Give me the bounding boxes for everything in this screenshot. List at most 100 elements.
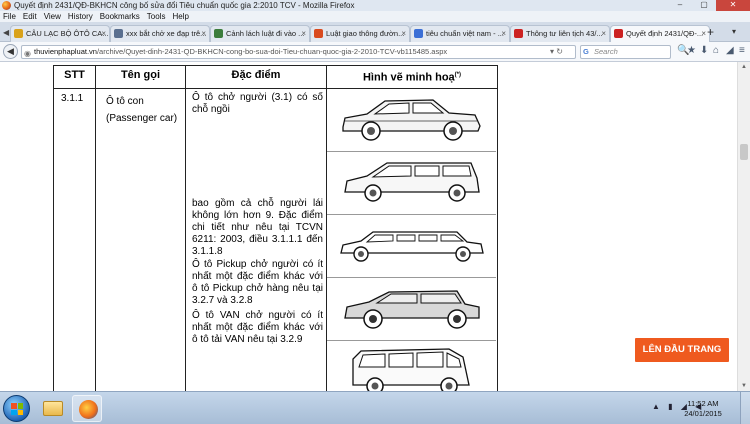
tab-luat-giao-thong[interactable]: Luật giao thông đườn... × — [310, 25, 410, 42]
tab-close-icon[interactable]: × — [701, 26, 706, 41]
windows-taskbar: ▲ ▮ ◢ ◀ 11:52 AM 24/01/2015 — [0, 391, 750, 424]
tab-favicon-icon — [214, 29, 223, 38]
tab-close-icon[interactable]: × — [301, 26, 306, 41]
close-window-button[interactable]: ✕ — [716, 0, 750, 11]
dac-diem-2: bao gồm cả chỗ người lái không lớn hơn 9… — [192, 197, 323, 257]
table-row: 3.1.1 Ô tô con (Passenger car) Ô tô chở … — [53, 87, 498, 391]
tab-canh-lach-luat[interactable]: Cảnh lách luật đi vào ... × — [210, 25, 310, 42]
taskbar-firefox[interactable] — [72, 395, 102, 422]
dac-diem-4: Ô tô VAN chở người có ít nhất một đặc đi… — [192, 309, 323, 345]
url-bar[interactable]: ◉ thuvienphapluat.vn/archive/Quyet-dinh-… — [21, 45, 576, 59]
tab-close-icon[interactable]: × — [201, 26, 206, 41]
menu-view[interactable]: View — [44, 11, 61, 22]
url-domain: thuvienphapluat.vn — [34, 47, 97, 56]
clock-date: 24/01/2015 — [684, 409, 722, 418]
tab-close-icon[interactable]: × — [501, 26, 506, 41]
tab-cau-lac-bo[interactable]: CÂU LẠC BỘ ÔTÔ CA... × — [10, 25, 110, 42]
menu-bookmarks[interactable]: Bookmarks — [100, 11, 140, 22]
tab-list-icon[interactable]: ▾ — [732, 27, 736, 36]
tab-favicon-icon — [314, 29, 323, 38]
start-button[interactable] — [3, 395, 30, 422]
folder-icon — [43, 401, 63, 416]
taskbar-clock[interactable]: 11:52 AM 24/01/2015 — [683, 399, 723, 419]
home-icon[interactable]: ⌂ — [713, 45, 719, 56]
menu-help[interactable]: Help — [172, 11, 188, 22]
search-input[interactable]: G Search — [580, 45, 671, 59]
maximize-button[interactable]: ▢ — [692, 0, 716, 11]
illustration-convertible — [327, 278, 496, 341]
ten-goi-vi: Ô tô con — [106, 95, 144, 107]
tab-close-icon[interactable]: × — [101, 26, 106, 41]
reload-icon[interactable]: ↻ — [556, 47, 563, 56]
vehicle-classification-table: STT Tên gọi Đặc điểm Hình vẽ minh hoạ(*)… — [53, 65, 498, 391]
header-hinh-ve-sup: (*) — [454, 72, 462, 78]
tab-label: xxx bắt chở xe đạp trê... — [126, 29, 207, 38]
tab-quyet-dinh[interactable]: Quyết định 2431/QĐ-... × — [610, 25, 710, 42]
sedan-icon — [342, 99, 481, 141]
menu-icon[interactable]: ≡ — [739, 45, 745, 56]
cell-hinh-ve — [326, 87, 498, 391]
tab-close-icon[interactable]: × — [401, 26, 406, 41]
firefox-logo-icon — [2, 1, 11, 10]
globe-icon: ◉ — [24, 49, 31, 58]
tab-favicon-icon — [514, 29, 523, 38]
windows-logo-icon — [11, 403, 23, 415]
cell-stt: 3.1.1 — [53, 87, 96, 391]
search-engine-icon[interactable]: G — [583, 46, 589, 58]
menu-bar: File Edit View History Bookmarks Tools H… — [0, 11, 750, 22]
dac-diem-1: Ô tô chở người (3.1) có số chỗ ngồi — [192, 91, 323, 115]
minimize-button[interactable]: – — [668, 0, 692, 11]
tab-label: Thông tư liên tịch 43/... — [526, 29, 603, 38]
minivan-icon — [352, 348, 470, 391]
tab-tieu-chuan[interactable]: tiêu chuẩn việt nam - ... × — [410, 25, 510, 42]
header-hinh-ve: Hình vẽ minh hoạ(*) — [326, 65, 498, 89]
window-controls: – ▢ ✕ — [668, 0, 750, 11]
tab-label: CÂU LẠC BỘ ÔTÔ CA... — [26, 29, 109, 38]
download-icon[interactable]: ⬇ — [700, 45, 708, 56]
menu-file[interactable]: File — [3, 11, 16, 22]
search-placeholder: Search — [594, 47, 618, 56]
back-arrow-icon: ◀ — [7, 46, 14, 56]
station-wagon-icon — [344, 162, 480, 202]
tab-label: Luật giao thông đườn... — [326, 29, 405, 38]
dac-diem-3: Ô tô Pickup chở người có ít nhất một đặc… — [192, 258, 323, 306]
header-ten-goi: Tên gọi — [95, 65, 186, 89]
tab-thong-tu[interactable]: Thông tư liên tịch 43/... × — [510, 25, 610, 42]
vertical-scrollbar[interactable]: ▲ ▼ — [737, 62, 750, 391]
tab-close-icon[interactable]: × — [601, 26, 606, 41]
convertible-icon — [344, 290, 480, 329]
firefox-icon — [79, 400, 98, 419]
tab-favicon-icon — [14, 29, 23, 38]
url-actions: ▾ ↻ — [550, 46, 563, 58]
menu-history[interactable]: History — [68, 11, 93, 22]
scroll-up-icon[interactable]: ▲ — [741, 64, 747, 70]
tab-scroll-left-icon[interactable]: ◀ — [3, 28, 9, 37]
header-dac-diem: Đặc điểm — [185, 65, 327, 89]
new-tab-icon[interactable]: + — [707, 25, 714, 39]
star-icon[interactable]: ★ — [687, 45, 696, 56]
tab-label: Cảnh lách luật đi vào ... — [226, 29, 305, 38]
menu-edit[interactable]: Edit — [23, 11, 37, 22]
illustration-sedan — [327, 89, 496, 152]
header-hinh-ve-text: Hình vẽ minh hoạ — [362, 71, 455, 84]
back-button[interactable]: ◀ — [3, 44, 18, 59]
scroll-thumb[interactable] — [740, 144, 748, 160]
tab-bat-cho-xe[interactable]: xxx bắt chở xe đạp trê... × — [110, 25, 210, 42]
dropdown-icon[interactable]: ▾ — [550, 47, 554, 56]
illustration-limousine — [327, 215, 496, 278]
taskbar-explorer[interactable] — [38, 395, 68, 422]
show-desktop-button[interactable] — [740, 392, 750, 424]
table-header-row: STT Tên gọi Đặc điểm Hình vẽ minh hoạ(*) — [53, 65, 498, 89]
cell-dac-diem: Ô tô chở người (3.1) có số chỗ ngồi bao … — [185, 87, 327, 391]
tab-label: tiêu chuẩn việt nam - ... — [426, 29, 504, 38]
pocket-icon[interactable]: ◢ — [726, 45, 734, 56]
menu-tools[interactable]: Tools — [147, 11, 166, 22]
back-to-top-button[interactable]: LÊN ĐẦU TRANG — [635, 338, 729, 362]
tab-favicon-icon — [614, 29, 623, 38]
illustration-station-wagon — [327, 152, 496, 215]
page-content: STT Tên gọi Đặc điểm Hình vẽ minh hoạ(*)… — [0, 62, 737, 391]
header-stt: STT — [53, 65, 96, 89]
scroll-down-icon[interactable]: ▼ — [741, 383, 747, 389]
window-title-bar: Quyết định 2431/QĐ-BKHCN công bố sửa đổi… — [0, 0, 750, 11]
illustration-minivan — [327, 341, 496, 391]
